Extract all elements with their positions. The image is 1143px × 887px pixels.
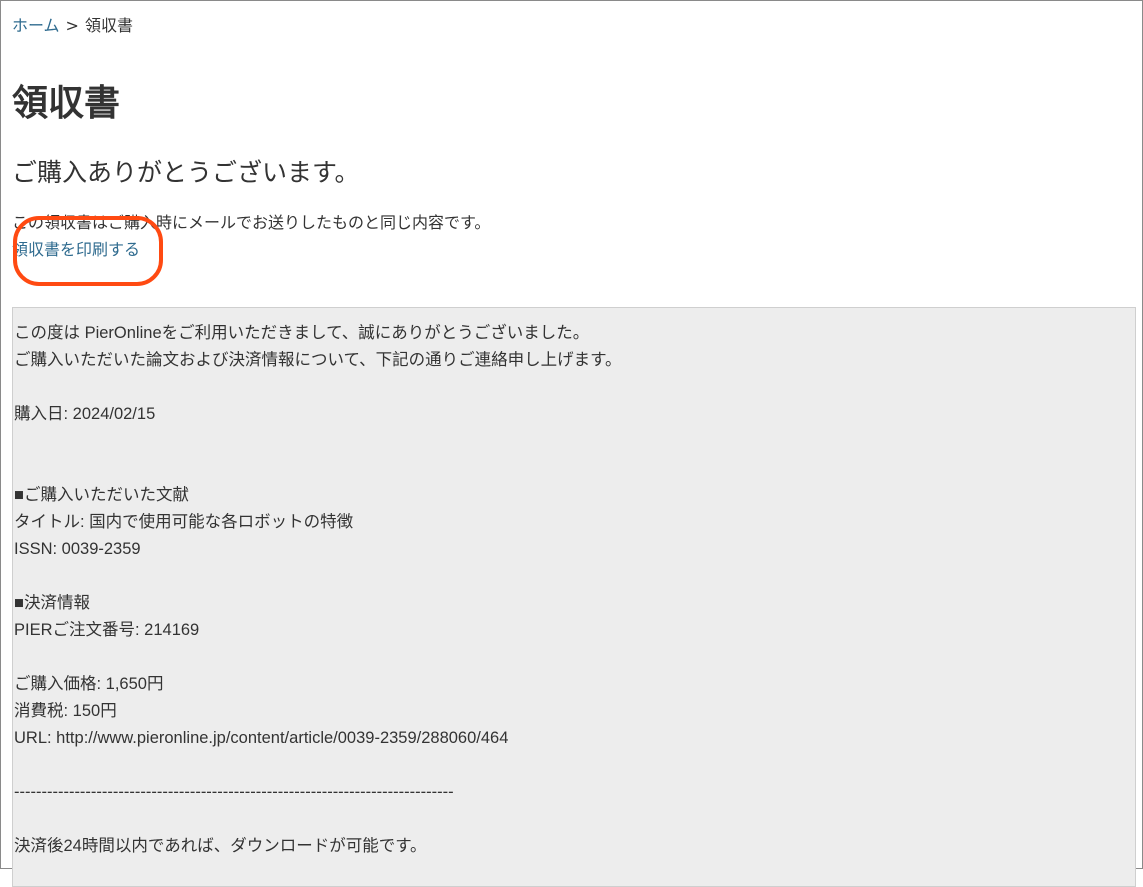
order-number: PIERご注文番号: 214169 bbox=[14, 621, 200, 639]
article-url: URL: http://www.pieronline.jp/content/ar… bbox=[14, 729, 509, 747]
breadcrumb-separator: > bbox=[65, 16, 79, 35]
purchase-date: 購入日: 2024/02/15 bbox=[14, 405, 156, 423]
download-note: 決済後24時間以内であれば、ダウンロードが可能です。 bbox=[14, 837, 427, 855]
divider-line: ----------------------------------------… bbox=[14, 783, 454, 801]
page-title: 領収書 bbox=[12, 83, 121, 124]
greeting-line-1: この度は PierOnlineをご利用いただきまして、誠にありがとうございました… bbox=[14, 324, 590, 342]
payment-section-header: ■決済情報 bbox=[14, 594, 90, 612]
breadcrumb-current: 領収書 bbox=[84, 16, 133, 35]
receipt-content-box: この度は PierOnlineをご利用いただきまして、誠にありがとうございました… bbox=[12, 307, 1136, 887]
receipt-note: この領収書はご購入時にメールでお送りしたものと同じ内容です。 bbox=[12, 213, 491, 232]
consumption-tax: 消費税: 150円 bbox=[14, 702, 117, 720]
breadcrumb: ホーム > 領収書 bbox=[12, 15, 133, 37]
issn: ISSN: 0039-2359 bbox=[14, 540, 141, 558]
thank-you-heading: ご購入ありがとうございます。 bbox=[12, 158, 360, 187]
receipt-page: ホーム > 領収書 領収書 ご購入ありがとうございます。 この領収書はご購入時にメー… bbox=[12, 1, 1136, 887]
literature-section-header: ■ご購入いただいた文献 bbox=[14, 486, 189, 504]
article-title: タイトル: 国内で使用可能な各ロボットの特徴 bbox=[14, 513, 354, 531]
purchase-price: ご購入価格: 1,650円 bbox=[14, 675, 164, 693]
print-receipt-link[interactable]: 領収書を印刷する bbox=[12, 239, 140, 261]
greeting-line-2: ご購入いただいた論文および決済情報について、下記の通りご連絡申し上げます。 bbox=[14, 351, 622, 369]
breadcrumb-home-link[interactable]: ホーム bbox=[12, 16, 60, 35]
